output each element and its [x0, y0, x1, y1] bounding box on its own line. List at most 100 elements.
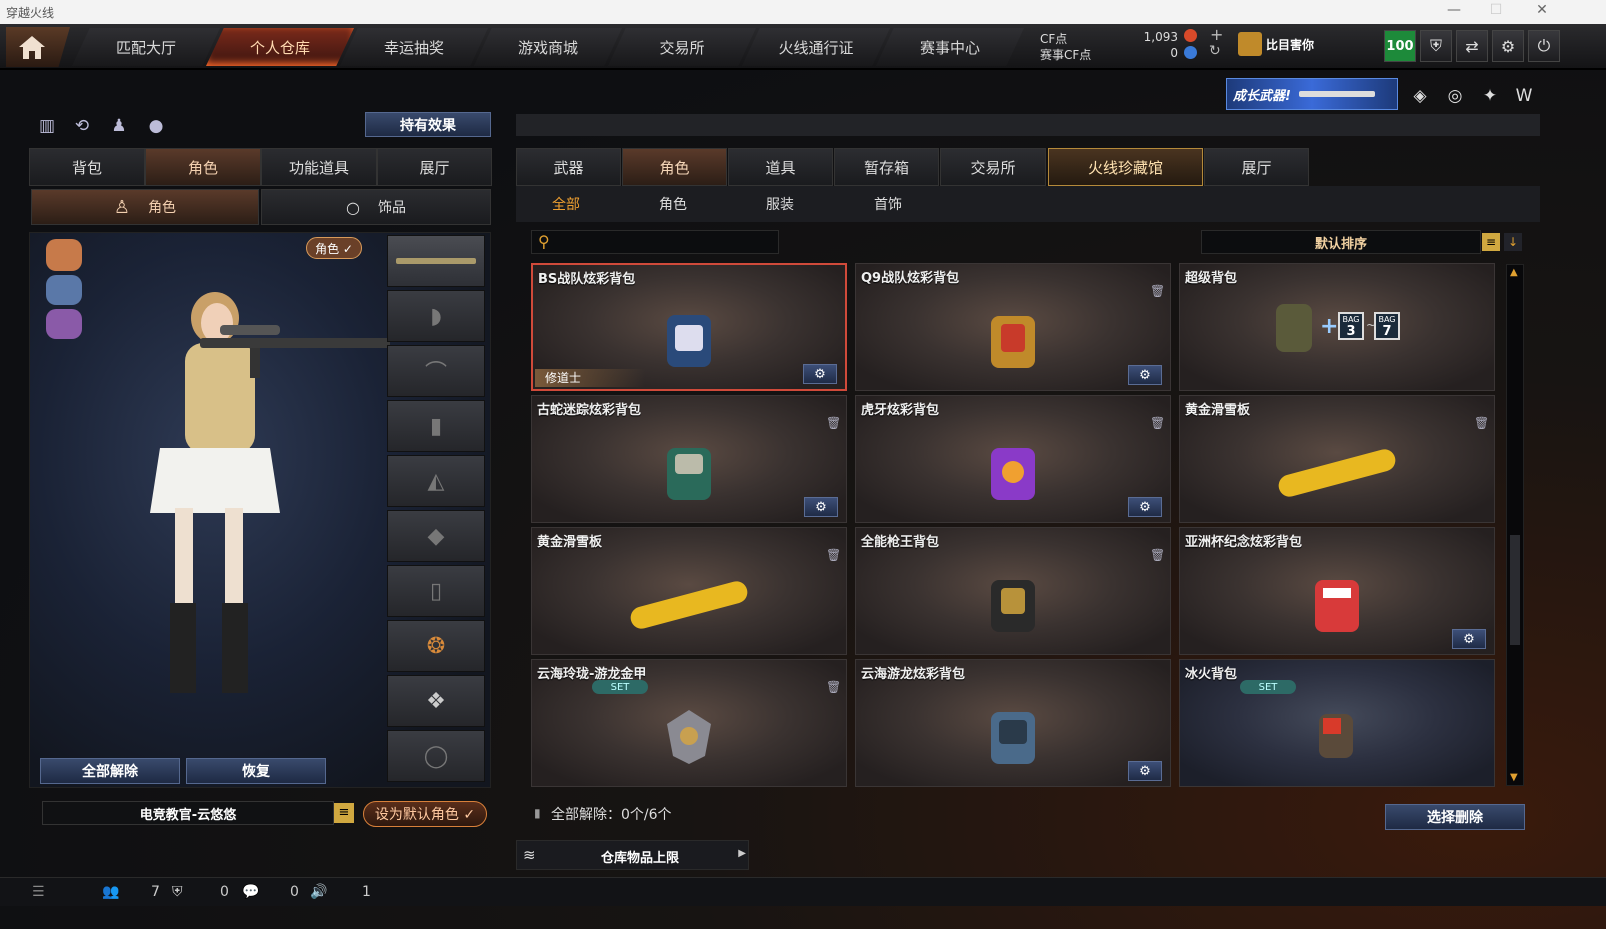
item-settings-button[interactable]: ⚙ [803, 364, 837, 384]
item-card[interactable]: 全能枪王背包 🗑 [855, 527, 1171, 655]
menu-icon[interactable]: ☰ [32, 884, 45, 900]
refresh-icon[interactable]: ↻ [1209, 43, 1221, 59]
item-settings-button[interactable]: ⚙ [1452, 629, 1486, 649]
item-card[interactable]: BS战队炫彩背包 修道士 ⚙ [531, 263, 847, 391]
item-grid-scrollbar[interactable]: ▲ ▼ [1506, 264, 1524, 786]
trash-icon[interactable]: 🗑 [826, 416, 841, 432]
slot-dragon-charm[interactable]: ❂ [387, 620, 485, 672]
wing-icon[interactable]: ✦ [1478, 84, 1502, 108]
subtab-outfits[interactable]: 服装 [766, 194, 794, 214]
home-button[interactable] [6, 27, 70, 67]
speaker-icon[interactable]: 🔊 [310, 884, 327, 900]
faction-bird-icon[interactable] [46, 309, 82, 339]
gear-icon[interactable]: ⚙ [1492, 30, 1524, 62]
item-settings-button[interactable]: ⚙ [1128, 365, 1162, 385]
grenade-icon[interactable]: ● [144, 114, 168, 138]
role-badge[interactable]: 角色 ✓ [306, 237, 362, 259]
scroll-down-icon[interactable]: ▼ [1510, 772, 1518, 783]
search-input[interactable]: ⚲ [531, 230, 779, 254]
nav-tab-match-hall[interactable]: 匹配大厅 [72, 28, 220, 66]
subtab-all[interactable]: 全部 [552, 194, 580, 214]
tab-gallery[interactable]: 展厅 [1204, 148, 1309, 186]
sort-dropdown[interactable]: 默认排序 [1201, 230, 1481, 254]
slot-helmet[interactable]: ◗ [387, 290, 485, 342]
item-card[interactable]: 虎牙炫彩背包 🗑 ⚙ [855, 395, 1171, 523]
trash-icon[interactable]: 🗑 [1474, 416, 1489, 432]
rotate-icon[interactable]: ⟲ [70, 114, 94, 138]
expand-arrow-icon[interactable]: ▶ [738, 848, 746, 859]
set-default-character-button[interactable]: 设为默认角色 ✓ [363, 801, 487, 827]
switch-icon[interactable]: ⇄ [1456, 30, 1488, 62]
slot-backpack[interactable]: ◭ [387, 455, 485, 507]
tab-weapons[interactable]: 武器 [516, 148, 621, 186]
trash-icon[interactable]: 🗑 [1150, 416, 1165, 432]
clan-shield-icon[interactable]: ⛨ [172, 884, 183, 900]
tab-characters[interactable]: 角色 [622, 148, 727, 186]
nav-tab-pass[interactable]: 火线通行证 [742, 28, 890, 66]
character-name-field[interactable]: 电竞教官-云悠悠 [42, 801, 334, 825]
add-cf-icon[interactable]: + [1210, 25, 1223, 44]
select-delete-button[interactable]: 选择删除 [1385, 804, 1525, 830]
nav-tab-warehouse[interactable]: 个人仓库 [206, 28, 354, 66]
tab-props[interactable]: 道具 [728, 148, 833, 186]
globe-icon[interactable]: ◎ [1443, 84, 1467, 108]
item-settings-button[interactable]: ⚙ [1128, 761, 1162, 781]
subtab-accessory[interactable]: ○ 饰品 [261, 189, 491, 225]
nav-tab-lottery[interactable]: 幸运抽奖 [340, 28, 488, 66]
item-card[interactable]: 古蛇迷踪炫彩背包 🗑 ⚙ [531, 395, 847, 523]
nav-tab-events[interactable]: 赛事中心 [876, 28, 1024, 66]
slot-ring[interactable]: ◯ [387, 730, 485, 782]
restore-button[interactable]: 恢复 [186, 758, 326, 784]
slot-tiger-charm[interactable]: ❖ [387, 675, 485, 727]
trash-icon[interactable]: 🗑 [826, 548, 841, 564]
subtab-characters[interactable]: 角色 [659, 194, 687, 214]
tab-showroom[interactable]: 展厅 [377, 148, 492, 186]
item-settings-button[interactable]: ⚙ [804, 497, 838, 517]
user-name[interactable]: 比目害你 [1266, 36, 1314, 53]
slot-vest[interactable]: ▮ [387, 400, 485, 452]
friends-icon[interactable]: 👥 [102, 884, 119, 900]
pose-icon[interactable]: ♟ [107, 114, 131, 138]
stats-icon[interactable]: ▥ [35, 114, 59, 138]
maximize-icon[interactable]: ☐ [1484, 2, 1508, 18]
faction-eagle-icon[interactable] [46, 239, 82, 271]
item-card[interactable]: 云海玲珑-游龙金甲 SET 🗑 [531, 659, 847, 787]
close-icon[interactable]: ✕ [1530, 2, 1554, 18]
item-card[interactable]: 超级背包 + BAG 3 ~ BAG 7 [1179, 263, 1495, 391]
tab-storage-box[interactable]: 暂存箱 [834, 148, 939, 186]
level-badge[interactable]: 100 [1384, 30, 1416, 62]
nav-tab-shop[interactable]: 游戏商城 [474, 28, 622, 66]
faction-wing-icon[interactable] [46, 275, 82, 305]
tab-exchange[interactable]: 交易所 [940, 148, 1046, 186]
unequip-all-button[interactable]: 全部解除 [40, 758, 180, 784]
item-card[interactable]: Q9战队炫彩背包 🗑 ⚙ [855, 263, 1171, 391]
badge-v-icon[interactable]: ◈ [1408, 84, 1432, 108]
slot-pants[interactable]: ▯ [387, 565, 485, 617]
list-icon[interactable]: ≡ [334, 803, 354, 823]
subtab-role[interactable]: ♙ 角色 [31, 189, 259, 225]
item-card[interactable]: 黄金滑雪板 🗑 [1179, 395, 1495, 523]
sort-list-icon[interactable]: ≡ [1482, 233, 1500, 251]
slot-armor[interactable]: ◆ [387, 510, 485, 562]
growth-weapon-banner[interactable]: 成长武器! [1226, 78, 1398, 110]
power-icon[interactable]: ⏻ [1528, 30, 1560, 62]
sort-direction-icon[interactable]: ↓ [1504, 233, 1522, 251]
trash-icon[interactable]: 🗑 [1150, 284, 1165, 300]
w-logo-icon[interactable]: W [1512, 84, 1536, 108]
tab-collection-hall[interactable]: 火线珍藏馆 [1048, 148, 1203, 186]
subtab-jewelry[interactable]: 首饰 [874, 194, 902, 214]
tab-role[interactable]: 角色 [145, 148, 261, 186]
scroll-up-icon[interactable]: ▲ [1510, 267, 1518, 278]
slot-primary-weapon[interactable] [387, 235, 485, 287]
tab-backpack[interactable]: 背包 [29, 148, 145, 186]
minimize-icon[interactable]: — [1442, 2, 1466, 18]
trash-icon[interactable]: 🗑 [1150, 548, 1165, 564]
warehouse-limit-bar[interactable]: ≋ 仓库物品上限 ▶ [516, 840, 749, 870]
item-card[interactable]: 云海游龙炫彩背包 ⚙ [855, 659, 1171, 787]
tab-functional-items[interactable]: 功能道具 [261, 148, 377, 186]
item-settings-button[interactable]: ⚙ [1128, 497, 1162, 517]
chat-icon[interactable]: 💬 [242, 884, 259, 900]
item-card[interactable]: 亚洲杯纪念炫彩背包 ⚙ [1179, 527, 1495, 655]
trash-icon[interactable]: 🗑 [826, 680, 841, 696]
shield-icon[interactable]: ⛨ [1420, 30, 1452, 62]
